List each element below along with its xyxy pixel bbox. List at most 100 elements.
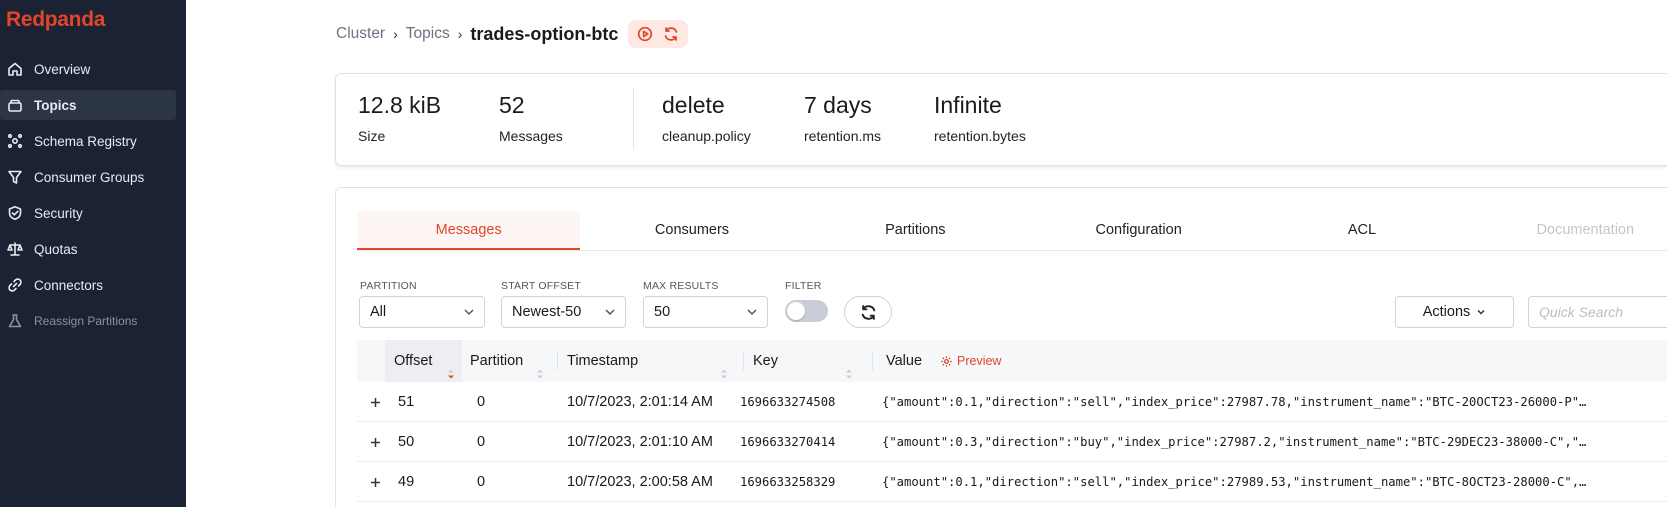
stat-value: 52: [499, 92, 525, 118]
refresh-messages-button[interactable]: [844, 296, 892, 328]
schema-icon: [7, 133, 23, 149]
link-icon: [7, 277, 23, 293]
expand-row-icon[interactable]: [367, 394, 383, 410]
cell-key: 1696633274508: [740, 395, 836, 409]
tab-configuration[interactable]: Configuration: [1027, 211, 1250, 250]
cell-partition: 0: [477, 474, 486, 490]
chevron-down-icon: [746, 306, 758, 318]
breadcrumb-cluster[interactable]: Cluster: [336, 25, 385, 43]
sidebar-item-schema-registry[interactable]: Schema Registry: [0, 126, 176, 156]
stat-label: retention.ms: [804, 128, 882, 144]
sidebar-item-label: Topics: [34, 97, 77, 113]
tab-partitions[interactable]: Partitions: [804, 211, 1027, 250]
partition-value: All: [370, 304, 387, 320]
column-header-key[interactable]: Key: [753, 340, 853, 382]
sidebar-item-topics[interactable]: Topics: [0, 90, 176, 120]
sidebar-item-label: Connectors: [34, 277, 104, 293]
sidebar-item-label: Consumer Groups: [34, 169, 145, 185]
sidebar-item-overview[interactable]: Overview: [0, 54, 176, 84]
start-offset-label: START OFFSET: [501, 280, 581, 292]
partition-select[interactable]: All: [359, 296, 485, 328]
stat-size: 12.8 kiB Size: [358, 92, 441, 144]
quick-search-input[interactable]: [1528, 296, 1667, 328]
column-divider: [872, 352, 873, 370]
gear-icon: [941, 355, 952, 367]
flask-icon: [7, 313, 23, 329]
breadcrumb: Cluster › Topics › trades-option-btc: [336, 20, 689, 48]
stat-value: delete: [662, 92, 725, 118]
expand-row-icon[interactable]: [367, 474, 383, 490]
cell-offset: 50: [398, 434, 415, 450]
home-icon: [7, 61, 23, 77]
shield-icon: [7, 205, 23, 221]
cell-timestamp: 10/7/2023, 2:00:58 AM: [567, 474, 713, 490]
stat-label: cleanup.policy: [662, 128, 751, 144]
sidebar-item-consumer-groups[interactable]: Consumer Groups: [0, 162, 176, 192]
table-row[interactable]: 49 0 10/7/2023, 2:00:58 AM 1696633258329…: [357, 462, 1667, 502]
stat-label: Size: [358, 128, 386, 144]
sidebar-item-reassign-partitions[interactable]: Reassign Partitions: [0, 306, 176, 336]
column-label: Timestamp: [567, 353, 639, 369]
tab-consumers[interactable]: Consumers: [580, 211, 803, 250]
stat-cleanup-policy: delete cleanup.policy: [662, 92, 751, 144]
table-row[interactable]: 51 0 10/7/2023, 2:01:14 AM 1696633274508…: [357, 382, 1667, 422]
expand-row-icon[interactable]: [367, 434, 383, 450]
max-results-select[interactable]: 50: [643, 296, 768, 328]
stat-value: Infinite: [934, 92, 1002, 118]
divider: [633, 87, 634, 149]
sidebar-item-label: Schema Registry: [34, 133, 137, 149]
produce-button[interactable]: [634, 23, 656, 45]
refresh-topic-button[interactable]: [660, 23, 682, 45]
sidebar-item-label: Security: [34, 205, 83, 221]
chevron-down-icon: [604, 306, 616, 318]
column-header-partition[interactable]: Partition: [470, 340, 550, 382]
preview-button[interactable]: Preview: [940, 340, 1001, 382]
column-label: Key: [753, 353, 778, 369]
layers-icon: [7, 97, 23, 113]
sidebar-item-label: Overview: [34, 61, 91, 77]
tab-documentation[interactable]: Documentation: [1474, 211, 1667, 250]
column-header-timestamp[interactable]: Timestamp: [567, 340, 727, 382]
tab-acl[interactable]: ACL: [1250, 211, 1473, 250]
chevron-right-icon: ›: [457, 26, 463, 42]
sidebar-item-label: Quotas: [34, 241, 78, 257]
filter-toggle[interactable]: [785, 300, 828, 322]
table-header: Offset Partition Timestamp Key Value Pre…: [357, 340, 1667, 382]
messages-table: Offset Partition Timestamp Key Value Pre…: [357, 340, 1667, 502]
filter-label: FILTER: [785, 280, 822, 292]
scale-icon: [7, 241, 23, 257]
sidebar-item-quotas[interactable]: Quotas: [0, 234, 176, 264]
max-results-label: MAX RESULTS: [643, 280, 719, 292]
table-row[interactable]: 50 0 10/7/2023, 2:01:10 AM 1696633270414…: [357, 422, 1667, 462]
toggle-knob: [787, 302, 805, 320]
cell-timestamp: 10/7/2023, 2:01:10 AM: [567, 434, 713, 450]
sidebar-item-security[interactable]: Security: [0, 198, 176, 228]
sort-desc-icon: [447, 355, 455, 379]
max-results-value: 50: [654, 304, 671, 320]
chevron-down-icon: [463, 306, 475, 318]
sidebar-item-connectors[interactable]: Connectors: [0, 270, 176, 300]
column-divider: [557, 352, 558, 370]
stat-label: Messages: [499, 128, 563, 144]
breadcrumb-topics[interactable]: Topics: [406, 25, 450, 43]
start-offset-select[interactable]: Newest-50: [501, 296, 626, 328]
cell-partition: 0: [477, 434, 486, 450]
cell-key: 1696633270414: [740, 435, 836, 449]
preview-label: Preview: [957, 354, 1002, 368]
sort-icon: [536, 355, 544, 379]
cell-value: {"amount":0.1,"direction":"sell","index_…: [882, 395, 1587, 409]
stat-value: 7 days: [804, 92, 872, 118]
sort-icon: [845, 355, 853, 379]
play-circle-icon: [638, 26, 653, 42]
tab-messages[interactable]: Messages: [357, 211, 581, 250]
cell-key: 1696633258329: [740, 475, 836, 489]
actions-button[interactable]: Actions: [1395, 296, 1514, 328]
cell-partition: 0: [477, 394, 486, 410]
brand-logo[interactable]: Redpanda: [6, 8, 105, 32]
column-header-offset[interactable]: Offset: [385, 340, 462, 382]
actions-label: Actions: [1422, 304, 1471, 320]
sidebar-nav: Overview Topics Schema Registry Consumer…: [0, 54, 186, 342]
cell-timestamp: 10/7/2023, 2:01:14 AM: [567, 394, 713, 410]
filter-icon: [7, 169, 23, 185]
stat-label: retention.bytes: [934, 128, 1026, 144]
